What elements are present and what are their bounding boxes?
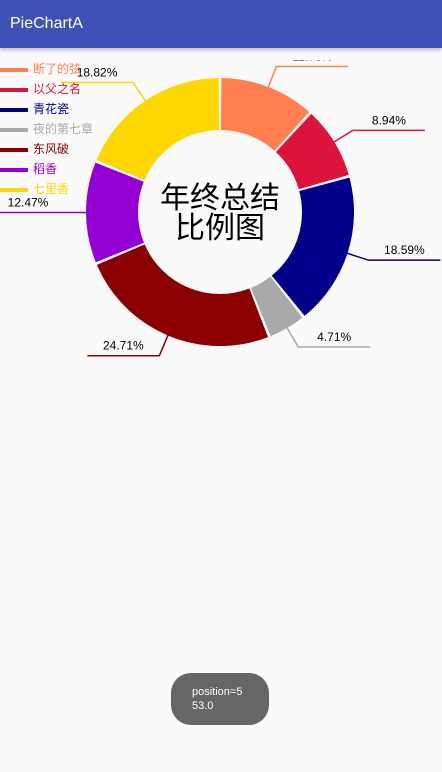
legend-item: 七里香 xyxy=(0,180,130,200)
legend-item: 夜的第七章 xyxy=(0,120,130,140)
legend-label: 以父之名 xyxy=(33,82,82,96)
center-title-line: 比例图 xyxy=(175,211,265,246)
legend-label: 青花瓷 xyxy=(33,102,70,116)
legend-swatch xyxy=(0,148,28,152)
legend-swatch xyxy=(0,68,28,72)
leader-line xyxy=(328,129,425,146)
legend-swatch xyxy=(0,108,28,112)
app-bar: PieChartA xyxy=(0,0,442,48)
slice-percent-label: 18.59% xyxy=(384,243,425,257)
legend-swatch xyxy=(0,88,28,92)
chart-legend: 断了的弦以父之名青花瓷夜的第七章东风破稻香七里香 xyxy=(0,60,130,200)
legend-label: 东风破 xyxy=(33,142,70,156)
legend-item: 东风破 xyxy=(0,140,130,160)
slice-percent-label: 8.94% xyxy=(372,113,406,127)
legend-label: 稻香 xyxy=(33,162,58,176)
app-title: PieChartA xyxy=(10,15,83,32)
legend-label: 七里香 xyxy=(33,182,70,196)
legend-item: 青花瓷 xyxy=(0,100,130,120)
legend-swatch xyxy=(0,168,28,172)
slice-percent-label: 24.71% xyxy=(103,339,144,353)
legend-swatch xyxy=(0,128,28,132)
toast-line-value: 53.0 xyxy=(192,700,214,712)
legend-label: 夜的第七章 xyxy=(33,122,94,136)
legend-label: 断了的弦 xyxy=(33,62,82,76)
legend-item: 稻香 xyxy=(0,160,130,180)
legend-item: 以父之名 xyxy=(0,80,130,100)
leader-line xyxy=(265,65,349,93)
legend-item: 断了的弦 xyxy=(0,60,130,80)
toast-line-position: position=5 xyxy=(192,686,243,698)
pie-slice[interactable] xyxy=(96,244,269,346)
legend-swatch xyxy=(0,188,28,192)
slice-percent-label: 11.76% xyxy=(292,60,332,64)
slice-percent-label: 4.71% xyxy=(317,330,351,344)
toast-message: position=5 53.0 xyxy=(171,673,269,725)
